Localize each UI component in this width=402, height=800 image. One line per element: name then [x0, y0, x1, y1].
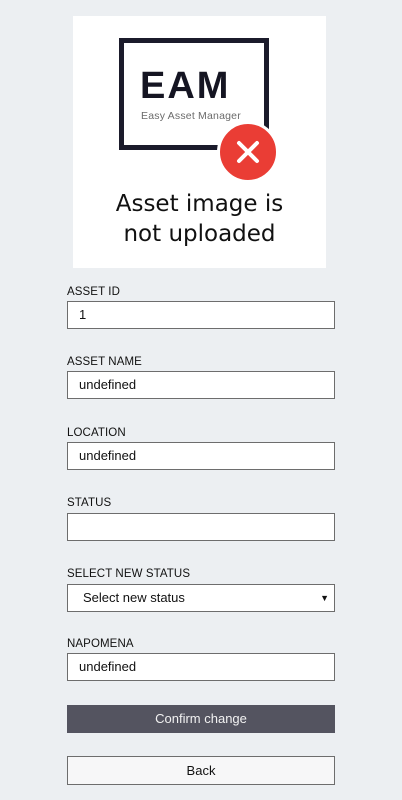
asset-name-label: ASSET NAME: [67, 356, 142, 368]
new-status-selected: Select new status: [83, 590, 185, 605]
asset-id-label: ASSET ID: [67, 286, 120, 298]
napomena-field[interactable]: undefined: [67, 653, 335, 681]
confirm-change-button[interactable]: Confirm change: [67, 705, 335, 733]
image-caption: Asset image is not uploaded: [73, 189, 326, 249]
asset-name-field[interactable]: undefined: [67, 371, 335, 399]
location-label: LOCATION: [67, 427, 126, 439]
logo-subtitle: Easy Asset Manager: [141, 110, 241, 122]
image-caption-line1: Asset image is: [115, 191, 284, 217]
asset-detail-page: EAM Easy Asset Manager Asset image is no…: [0, 0, 402, 800]
logo-text: EAM: [140, 65, 231, 107]
image-caption-line2: not uploaded: [123, 221, 276, 247]
back-button[interactable]: Back: [67, 756, 335, 785]
napomena-label: NAPOMENA: [67, 638, 134, 650]
location-field[interactable]: undefined: [67, 442, 335, 470]
status-field[interactable]: [67, 513, 335, 541]
status-label: STATUS: [67, 497, 112, 509]
asset-id-field[interactable]: 1: [67, 301, 335, 329]
dropdown-arrow-icon: ▼: [320, 593, 329, 603]
close-circle-icon: [217, 121, 279, 183]
new-status-select[interactable]: Select new status ▼: [67, 584, 335, 612]
asset-image-placeholder: EAM Easy Asset Manager Asset image is no…: [73, 16, 326, 268]
new-status-label: SELECT NEW STATUS: [67, 568, 191, 580]
